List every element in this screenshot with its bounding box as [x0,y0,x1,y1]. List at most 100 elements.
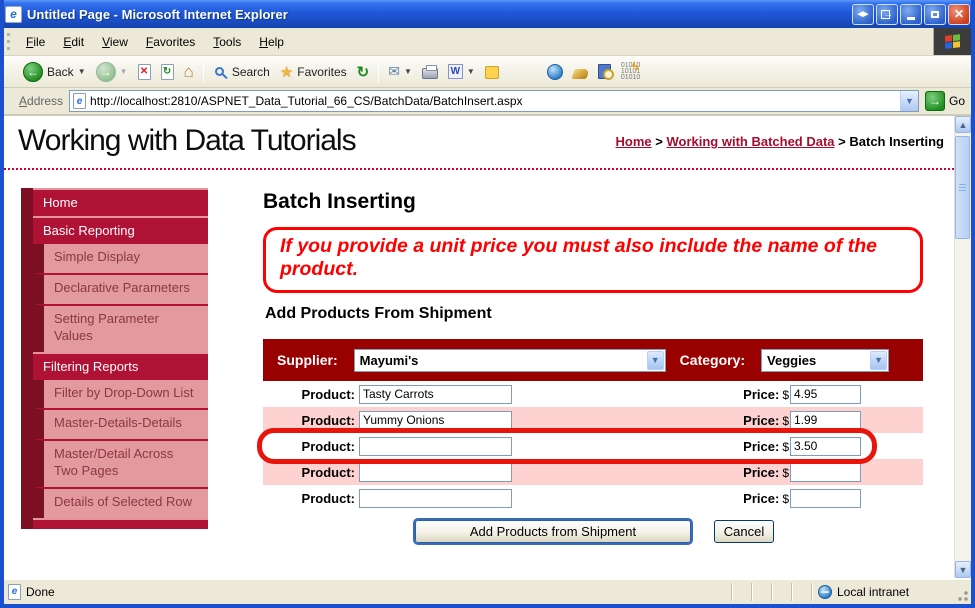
research-button[interactable] [594,62,615,81]
search-button[interactable]: Search [209,63,274,81]
product-name-input-5[interactable] [359,489,512,508]
go-arrow-icon: → [925,91,945,111]
main-content: Batch Inserting If you provide a unit pr… [263,190,923,578]
favorites-label: Favorites [297,65,346,79]
address-dropdown-button[interactable]: ▼ [900,91,918,111]
status-page-icon: e [8,584,21,600]
window-resize-grip[interactable] [955,588,969,602]
sidebar-item-master-detail-across-two-pages[interactable]: Master/Detail Across Two Pages [33,439,208,487]
category-select[interactable]: Veggies ▼ [761,349,889,372]
home-button[interactable]: ⌂ [180,62,198,82]
messenger-button[interactable] [543,62,567,82]
sidebar-item-home[interactable]: Home [33,190,208,216]
price-label: Price: [743,413,779,428]
validator-button[interactable]: 010101010101010ϟ [617,61,641,83]
product-label: Product: [263,413,355,428]
stop-button[interactable]: ✕ [134,62,155,82]
product-name-input-2[interactable] [359,411,512,430]
browser-window: e Untitled Page - Microsoft Internet Exp… [0,0,975,608]
menu-edit[interactable]: Edit [54,32,93,52]
address-label: Address [19,94,63,108]
close-button[interactable]: ✕ [948,4,970,25]
back-dropdown-icon[interactable]: ▼ [78,67,86,76]
supplier-select[interactable]: Mayumi's ▼ [354,349,666,372]
favorites-button[interactable]: ★ Favorites [276,61,351,83]
menu-tools[interactable]: Tools [204,32,250,52]
minimize-button[interactable] [900,4,922,25]
undock-button[interactable]: → [876,4,898,25]
web-page: Working with Data Tutorials Home > Worki… [4,116,954,578]
scrollbar-thumb[interactable] [955,136,970,239]
mail-dropdown-icon[interactable]: ▼ [404,67,412,76]
sidebar-item-simple-display[interactable]: Simple Display [33,244,208,273]
scroll-down-button[interactable]: ▼ [955,561,971,578]
form-buttons: Add Products from Shipment Cancel [415,520,923,543]
status-panel [731,583,751,601]
notes-icon [485,66,499,79]
currency-symbol: $ [782,440,789,454]
security-zone: Local intranet [811,583,951,601]
address-input[interactable]: e http://localhost:2810/ASPNET_Data_Tuto… [69,90,919,112]
price-label: Price: [743,465,779,480]
category-value: Veggies [767,353,816,368]
history-button[interactable]: ↻ [353,61,374,83]
product-name-input-1[interactable] [359,385,512,404]
nav-arrows-button[interactable]: ◀▶ [852,4,874,25]
price-label: Price: [743,439,779,454]
word-dropdown-icon[interactable]: ▼ [467,67,475,76]
product-name-input-4[interactable] [359,463,512,482]
price-input-2[interactable] [790,411,861,430]
back-icon: ← [23,62,43,82]
sidebar-item-filter-by-drop-down-list[interactable]: Filter by Drop-Down List [33,380,208,409]
refresh-button[interactable]: ↻ [157,62,178,82]
supplier-value: Mayumi's [360,353,419,368]
scroll-up-button[interactable]: ▲ [955,116,971,133]
back-button[interactable]: ← Back ▼ [19,60,90,84]
standard-toolbar: ← Back ▼ → ▼ ✕ ↻ ⌂ Search ★ Favorites ↻ … [4,56,971,88]
sidebar-item-master-details-details[interactable]: Master-Details-Details [33,408,208,439]
print-button[interactable] [418,62,442,81]
chevron-down-icon[interactable]: ▼ [647,351,664,370]
forward-button[interactable]: → ▼ [92,60,132,84]
breadcrumb-link[interactable]: Home [616,134,652,149]
price-input-4[interactable] [790,463,861,482]
discuss-button[interactable] [481,62,503,81]
back-label: Back [47,65,74,79]
sidebar-item-setting-parameter-values[interactable]: Setting Parameter Values [33,304,208,352]
cancel-button[interactable]: Cancel [714,520,774,543]
menu-items: FileEditViewFavoritesToolsHelp [17,28,933,55]
breadcrumb-link[interactable]: Working with Batched Data [666,134,834,149]
vertical-scrollbar[interactable]: ▲ ▼ [954,116,971,578]
price-input-1[interactable] [790,385,861,404]
address-url[interactable]: http://localhost:2810/ASPNET_Data_Tutori… [90,94,900,108]
mail-icon: ✉ [388,63,400,80]
edit-with-word-button[interactable]: W ▼ [444,62,479,81]
product-row-5: Product:Price:$ [263,485,923,511]
menu-help[interactable]: Help [250,32,293,52]
sidebar-item-filtering-reports[interactable]: Filtering Reports [33,354,208,380]
toolbar-separator [203,61,204,83]
title-bar[interactable]: e Untitled Page - Microsoft Internet Exp… [0,0,975,28]
go-button[interactable]: → Go [925,91,965,111]
validation-warning: If you provide a unit price you must als… [263,227,923,293]
menu-file[interactable]: File [17,32,54,52]
breadcrumb: Home > Working with Batched Data > Batch… [616,134,944,149]
maximize-button[interactable] [924,4,946,25]
product-row-2: Product:Price:$ [263,407,923,433]
scrollbar-track[interactable] [955,133,971,561]
menu-view[interactable]: View [93,32,137,52]
price-input-5[interactable] [790,489,861,508]
add-products-button[interactable]: Add Products from Shipment [415,520,691,543]
plugin-button-1[interactable] [569,63,592,81]
sidebar-item-basic-reporting[interactable]: Basic Reporting [33,218,208,244]
sidebar-item-details-of-selected-row[interactable]: Details of Selected Row [33,487,208,518]
sidebar-item-declarative-parameters[interactable]: Declarative Parameters [33,273,208,304]
category-label: Category: [680,352,745,368]
chevron-down-icon[interactable]: ▼ [870,351,887,370]
form-header-row: Supplier: Mayumi's ▼ Category: Veggies ▼ [263,339,923,381]
menu-favorites[interactable]: Favorites [137,32,204,52]
product-name-input-3[interactable] [359,437,512,456]
price-input-3[interactable] [790,437,861,456]
mail-button[interactable]: ✉ ▼ [384,61,416,82]
menubar-grip[interactable] [7,33,15,50]
